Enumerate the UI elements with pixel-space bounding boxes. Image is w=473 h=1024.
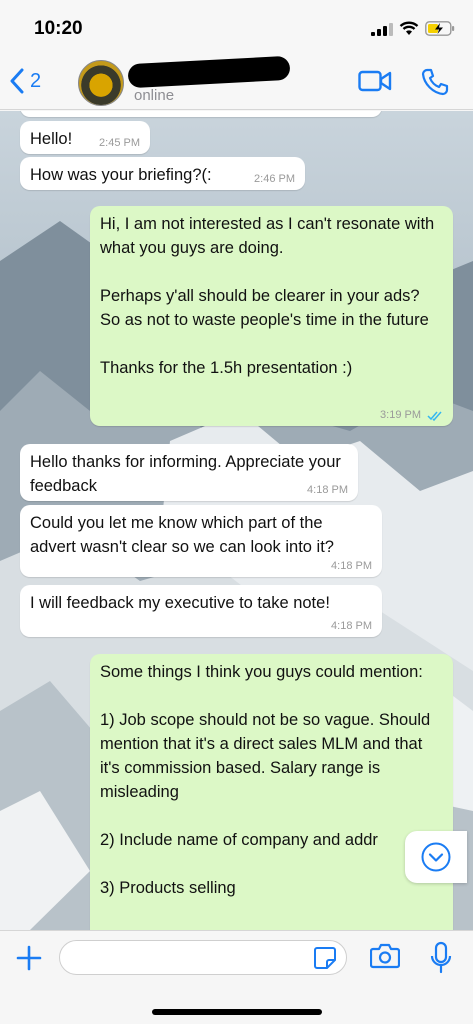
camera-icon[interactable] bbox=[370, 943, 400, 969]
chat-area[interactable]: Hello! 2:45 PM How was your briefing?(: … bbox=[0, 111, 473, 930]
message-bubble: Could you let me know which part of the … bbox=[20, 505, 382, 577]
plus-icon[interactable] bbox=[14, 943, 44, 973]
wifi-icon bbox=[399, 21, 419, 35]
contact-name-redacted[interactable] bbox=[127, 55, 291, 89]
message-bubble: Hello! 2:45 PM bbox=[20, 121, 150, 154]
message-text: Hello! bbox=[30, 130, 73, 148]
chevron-down-icon bbox=[421, 842, 451, 872]
message-time: 4:18 PM bbox=[331, 560, 372, 572]
home-indicator[interactable] bbox=[152, 1009, 322, 1015]
message-paragraph: Hi, I am not interested as I can't reson… bbox=[100, 215, 435, 257]
message-time: 2:45 PM bbox=[99, 137, 140, 149]
message-paragraph: 1) Job scope should not be so vague. Sho… bbox=[100, 711, 431, 801]
sticker-icon[interactable] bbox=[313, 946, 337, 970]
contact-status: online bbox=[134, 87, 175, 104]
message-bubble: Hi, I am not interested as I can't reson… bbox=[90, 206, 453, 426]
message-time: 4:18 PM bbox=[307, 484, 348, 496]
battery-charging-icon bbox=[425, 21, 455, 36]
contact-avatar[interactable] bbox=[78, 60, 124, 106]
message-time: 4:18 PM bbox=[331, 620, 372, 632]
message-paragraph: 3) Products selling bbox=[100, 879, 236, 897]
message-bubble: Some things I think you guys could menti… bbox=[90, 654, 453, 930]
message-text: I will feedback my executive to take not… bbox=[30, 594, 330, 612]
message-text: Hello thanks for informing. Appreciate y… bbox=[30, 453, 341, 495]
message-text: Could you let me know which part of the … bbox=[30, 514, 334, 556]
message-text: How was your briefing?(: bbox=[30, 166, 212, 184]
message-paragraph: Some things I think you guys could menti… bbox=[100, 663, 423, 681]
chat-header: 2 online bbox=[0, 55, 473, 110]
cellular-signal-icon bbox=[371, 23, 393, 36]
message-bubble: How was your briefing?(: 2:46 PM bbox=[20, 157, 305, 190]
video-camera-icon[interactable] bbox=[358, 70, 392, 92]
status-bar: 10:20 bbox=[0, 0, 473, 56]
status-time: 10:20 bbox=[34, 18, 83, 39]
message-input[interactable] bbox=[59, 940, 347, 975]
scroll-to-bottom-button[interactable] bbox=[405, 831, 467, 883]
partial-message-bubble bbox=[20, 111, 382, 117]
message-paragraph: Perhaps y'all should be clearer in your … bbox=[100, 287, 429, 329]
read-receipt-icon bbox=[427, 411, 442, 421]
unread-count: 2 bbox=[30, 69, 42, 92]
message-paragraph: 2) Include name of company and addr bbox=[100, 831, 378, 849]
message-bubble: Hello thanks for informing. Appreciate y… bbox=[20, 444, 358, 501]
composer-bar bbox=[0, 930, 473, 1024]
chevron-left-icon bbox=[10, 68, 24, 94]
back-button[interactable]: 2 bbox=[10, 68, 41, 94]
message-time: 2:46 PM bbox=[254, 173, 295, 185]
message-time: 3:19 PM bbox=[380, 409, 421, 421]
message-paragraph: Thanks for the 1.5h presentation :) bbox=[100, 359, 353, 377]
phone-icon[interactable] bbox=[421, 68, 449, 96]
microphone-icon[interactable] bbox=[430, 941, 452, 975]
message-bubble: I will feedback my executive to take not… bbox=[20, 585, 382, 637]
